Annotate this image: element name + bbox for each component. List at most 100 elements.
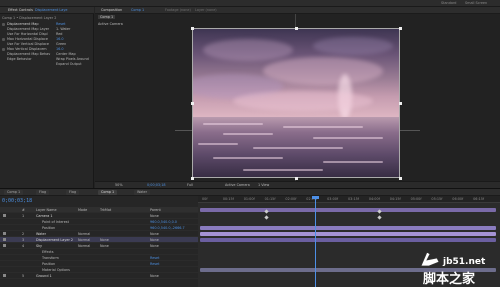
eye-icon[interactable] bbox=[3, 274, 6, 277]
eye-icon[interactable] bbox=[3, 250, 6, 253]
layer-trkmat-dropdown[interactable]: None bbox=[100, 244, 109, 248]
keyframe[interactable] bbox=[264, 215, 269, 220]
layer-mode-dropdown[interactable]: Normal bbox=[78, 232, 90, 236]
effect-row-value[interactable]: 16.0 bbox=[56, 37, 64, 41]
eye-icon[interactable] bbox=[3, 214, 6, 217]
tab-effect-controls[interactable]: Effect Controls bbox=[8, 8, 33, 12]
timeline-tab[interactable]: Comp 1 bbox=[4, 190, 24, 195]
handle-bottom[interactable] bbox=[295, 177, 298, 180]
effect-row-value[interactable]: Green bbox=[56, 42, 66, 46]
ruler-tick-label: 05:00f bbox=[410, 197, 422, 201]
layer-name[interactable]: Point of Interest bbox=[42, 220, 69, 224]
effect-row-value[interactable]: 1. Water bbox=[56, 27, 70, 31]
composition-tabbar: Composition Comp 1 Footage (none) Layer … bbox=[95, 7, 500, 14]
composition-viewer[interactable]: Comp 1 Active Camera bbox=[95, 14, 500, 181]
playhead[interactable] bbox=[315, 196, 316, 287]
layer-name[interactable]: Displacement Layer 2 bbox=[36, 238, 73, 242]
ruler-tick-label: 04:15f bbox=[389, 197, 401, 201]
layer-name[interactable]: Camera 1 bbox=[36, 214, 53, 218]
layer-name[interactable]: Sky bbox=[36, 244, 42, 248]
timeline-tab-active[interactable]: Comp 1 bbox=[98, 190, 118, 195]
layer-name[interactable]: Material Options bbox=[42, 268, 70, 272]
workspace-label-small-screen[interactable]: Small Screen bbox=[465, 1, 487, 5]
time-ruler[interactable]: 00f 00:15f 01:00f 01:15f 02:00f 02:15f 03:00f 0… bbox=[198, 196, 500, 203]
effect-row-expand-output[interactable]: Expand Output bbox=[2, 62, 92, 67]
composition-frame-image[interactable] bbox=[192, 28, 400, 178]
layer-parent-value[interactable]: None bbox=[150, 274, 159, 278]
keyframe[interactable] bbox=[264, 209, 269, 214]
handle-bottom-right[interactable] bbox=[399, 177, 402, 180]
layer-name[interactable]: Ground 1 bbox=[36, 274, 52, 278]
ruler-tick-label: 05:15f bbox=[431, 197, 443, 201]
camera-dropdown[interactable]: Active Camera bbox=[225, 183, 250, 187]
tab-footage[interactable]: Footage (none) bbox=[165, 8, 191, 12]
eye-icon[interactable] bbox=[3, 244, 6, 247]
zoom-dropdown[interactable]: 50% bbox=[115, 183, 123, 187]
layer-name[interactable]: Effects bbox=[42, 250, 54, 254]
stopwatch-icon[interactable] bbox=[2, 48, 5, 51]
layer-parent-value[interactable]: None bbox=[150, 238, 159, 242]
watermark: jb51.net 脚本之家 bbox=[413, 246, 500, 287]
layer-name[interactable]: Position bbox=[42, 262, 55, 266]
timeline-tab[interactable]: Flag bbox=[36, 190, 50, 195]
workspace-label-standard[interactable]: Standard bbox=[441, 1, 456, 5]
layer-parent-value[interactable]: 960.0,540.0,-2666.7 bbox=[150, 226, 185, 230]
effect-controls-tabbar: Effect Controls Displacement Laye bbox=[0, 7, 94, 14]
column-layer-name[interactable]: Layer Name bbox=[36, 208, 57, 212]
eye-icon[interactable] bbox=[3, 220, 6, 223]
layer-name[interactable]: Transform bbox=[42, 256, 59, 260]
tab-composition[interactable]: Composition bbox=[101, 8, 122, 12]
layer-duration-bar[interactable] bbox=[200, 232, 496, 236]
effect-row-value[interactable]: Red bbox=[56, 32, 62, 36]
layer-duration-bar[interactable] bbox=[200, 226, 496, 230]
resolution-dropdown[interactable]: Full bbox=[187, 183, 193, 187]
eye-icon[interactable] bbox=[3, 232, 6, 235]
keyframe[interactable] bbox=[377, 215, 382, 220]
timeline-tab[interactable]: Flag bbox=[66, 190, 80, 195]
view-layout-dropdown[interactable]: 1 View bbox=[258, 183, 269, 187]
layer-row[interactable]: 5 Ground 1 None bbox=[0, 273, 198, 279]
eye-icon[interactable] bbox=[3, 268, 6, 271]
eye-icon[interactable] bbox=[3, 238, 6, 241]
eye-icon[interactable] bbox=[3, 262, 6, 265]
layer-trkmat-dropdown[interactable]: None bbox=[100, 238, 109, 242]
handle-right[interactable] bbox=[399, 102, 402, 105]
ruler-tick-label: 06:15f bbox=[473, 197, 485, 201]
layer-parent-value[interactable]: None bbox=[150, 214, 159, 218]
wrap-pixels-checkbox[interactable]: Wrap Pixels Around bbox=[56, 57, 89, 61]
effect-row-value[interactable]: 16.0 bbox=[56, 47, 64, 51]
layer-parent-value[interactable]: Reset bbox=[150, 256, 159, 260]
timeline-tab[interactable]: Water bbox=[134, 190, 151, 195]
tab-layer[interactable]: Layer (none) bbox=[195, 8, 217, 12]
layer-name[interactable]: Water bbox=[36, 232, 46, 236]
keyframe[interactable] bbox=[377, 209, 382, 214]
layer-mode-dropdown[interactable]: Normal bbox=[78, 238, 90, 242]
effect-reset-button[interactable]: Reset bbox=[56, 22, 65, 26]
stopwatch-icon[interactable] bbox=[2, 38, 5, 41]
handle-bottom-left[interactable] bbox=[191, 177, 194, 180]
layer-mode-dropdown[interactable]: Normal bbox=[78, 244, 90, 248]
handle-top[interactable] bbox=[295, 27, 298, 30]
timeline-current-time[interactable]: 0;00;03;18 bbox=[2, 198, 32, 204]
eye-icon[interactable] bbox=[3, 226, 6, 229]
effect-controls-layer-link[interactable]: Displacement Laye bbox=[35, 8, 67, 12]
handle-top-left[interactable] bbox=[191, 27, 194, 30]
handle-top-right[interactable] bbox=[399, 27, 402, 30]
handle-left[interactable] bbox=[191, 102, 194, 105]
effect-row-label: Displacement Map bbox=[7, 22, 39, 26]
layer-parent-value[interactable]: Reset bbox=[150, 262, 159, 266]
layer-parent-value[interactable]: 960.0,540.0,0.0 bbox=[150, 220, 177, 224]
comp-timecode[interactable]: 0;00;03;18 bbox=[147, 183, 166, 187]
composition-panel: Composition Comp 1 Footage (none) Layer … bbox=[95, 7, 500, 188]
effect-row-value[interactable]: Center Map bbox=[56, 52, 76, 56]
layer-parent-value[interactable]: None bbox=[150, 232, 159, 236]
top-toolbar: Standard Small Screen bbox=[0, 0, 500, 7]
layer-duration-bar[interactable] bbox=[200, 238, 496, 242]
composition-name-link[interactable]: Comp 1 bbox=[131, 8, 144, 12]
layer-parent-value[interactable]: None bbox=[150, 244, 159, 248]
expand-output-checkbox[interactable]: Expand Output bbox=[56, 62, 82, 66]
layer-duration-bar[interactable] bbox=[200, 208, 496, 212]
comp-subtab[interactable]: Comp 1 bbox=[98, 15, 116, 19]
eye-icon[interactable] bbox=[3, 256, 6, 259]
layer-name[interactable]: Position bbox=[42, 226, 55, 230]
